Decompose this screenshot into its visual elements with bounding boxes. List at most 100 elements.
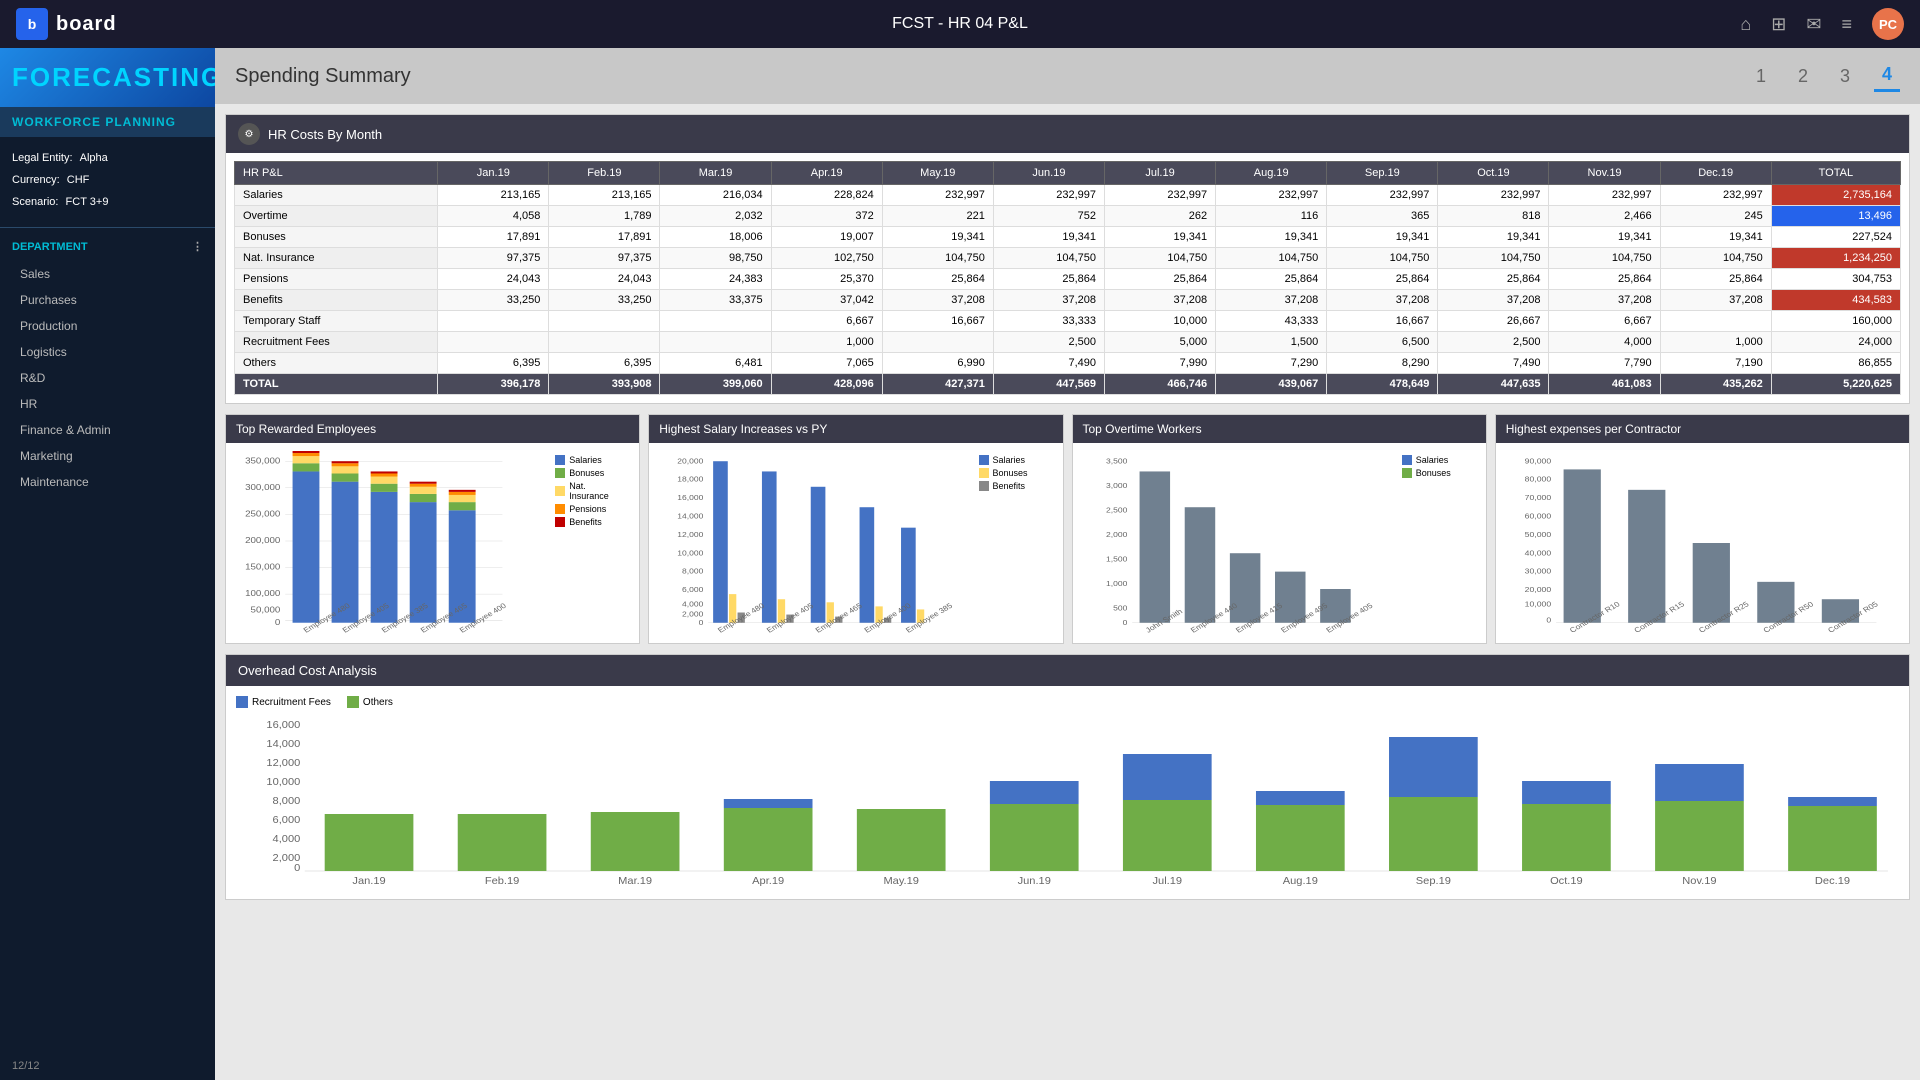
highest-salary-chart: 20,000 18,000 16,000 14,000 12,000 10,00… bbox=[657, 451, 974, 635]
cell-value: 262 bbox=[1104, 206, 1215, 227]
row-label: Others bbox=[235, 353, 438, 374]
sidebar-item-financeadmin[interactable]: Finance & Admin bbox=[0, 417, 215, 443]
cell-value: 428,096 bbox=[771, 374, 882, 395]
row-label: Overtime bbox=[235, 206, 438, 227]
cell-value: 104,750 bbox=[1438, 248, 1549, 269]
page-title: FCST - HR 04 P&L bbox=[892, 15, 1028, 33]
cell-value: 104,750 bbox=[1549, 248, 1660, 269]
col-feb-19: Feb.19 bbox=[549, 162, 660, 185]
cell-value: 104,750 bbox=[1104, 248, 1215, 269]
cell-value: 232,997 bbox=[882, 185, 993, 206]
hr-costs-table: HR P&LJan.19Feb.19Mar.19Apr.19May.19Jun.… bbox=[234, 161, 1901, 395]
highest-salary-body: 20,000 18,000 16,000 14,000 12,000 10,00… bbox=[649, 443, 1062, 643]
cell-value: 447,635 bbox=[1438, 374, 1549, 395]
svg-text:Jan.19: Jan.19 bbox=[352, 875, 385, 886]
cell-value: 304,753 bbox=[1771, 269, 1900, 290]
user-avatar[interactable]: PC bbox=[1872, 8, 1904, 40]
legend-pensions: Pensions bbox=[555, 504, 627, 514]
overhead-others-legend: Others bbox=[347, 696, 393, 708]
cell-value: 216,034 bbox=[660, 185, 771, 206]
cell-value: 8,290 bbox=[1327, 353, 1438, 374]
sidebar-item-sales[interactable]: Sales bbox=[0, 261, 215, 287]
department-options-icon[interactable]: ⋮ bbox=[192, 240, 203, 253]
cell-value: 25,864 bbox=[882, 269, 993, 290]
highest-expenses-panel: Highest expenses per Contractor 90,000 8… bbox=[1495, 414, 1910, 644]
cell-value bbox=[660, 311, 771, 332]
cell-value: 25,864 bbox=[1438, 269, 1549, 290]
cell-value: 19,341 bbox=[1327, 227, 1438, 248]
home-icon[interactable]: ⌂ bbox=[1740, 14, 1751, 35]
grid-icon[interactable]: ⊞ bbox=[1771, 14, 1786, 35]
cell-value: 213,165 bbox=[549, 185, 660, 206]
page-tab-3[interactable]: 3 bbox=[1832, 62, 1858, 91]
cell-value: 232,997 bbox=[1660, 185, 1771, 206]
legend-sal: Salaries bbox=[979, 455, 1051, 465]
cell-value: 25,864 bbox=[1660, 269, 1771, 290]
nat-insurance-label: Nat. Insurance bbox=[569, 481, 627, 501]
svg-text:3,500: 3,500 bbox=[1106, 457, 1128, 465]
svg-text:0: 0 bbox=[294, 862, 300, 873]
table-row: Salaries213,165213,165216,034228,824232,… bbox=[235, 185, 1901, 206]
main-content: Spending Summary 1234 ⚙ HR Costs By Mont… bbox=[215, 48, 1920, 1080]
sidebar-item-purchases[interactable]: Purchases bbox=[0, 287, 215, 313]
row-label: Nat. Insurance bbox=[235, 248, 438, 269]
sidebar-item-production[interactable]: Production bbox=[0, 313, 215, 339]
department-list: SalesPurchasesProductionLogisticsR&DHRFi… bbox=[0, 261, 215, 1052]
divider bbox=[0, 227, 215, 228]
cell-value: 37,042 bbox=[771, 290, 882, 311]
comment-icon[interactable]: ✉ bbox=[1806, 14, 1821, 35]
col-may-19: May.19 bbox=[882, 162, 993, 185]
cell-value: 752 bbox=[993, 206, 1104, 227]
page-tab-2[interactable]: 2 bbox=[1790, 62, 1816, 91]
cell-value bbox=[438, 311, 549, 332]
menu-icon[interactable]: ≡ bbox=[1841, 14, 1852, 35]
pensions-label: Pensions bbox=[569, 504, 606, 514]
cell-value: 7,490 bbox=[1438, 353, 1549, 374]
cell-value: 10,000 bbox=[1104, 311, 1215, 332]
svg-text:50,000: 50,000 bbox=[251, 605, 281, 614]
cell-value: 245 bbox=[1660, 206, 1771, 227]
svg-text:30,000: 30,000 bbox=[1524, 567, 1551, 575]
sidebar-item-marketing[interactable]: Marketing bbox=[0, 443, 215, 469]
col-mar-19: Mar.19 bbox=[660, 162, 771, 185]
sidebar-item-hr[interactable]: HR bbox=[0, 391, 215, 417]
sidebar-item-logistics[interactable]: Logistics bbox=[0, 339, 215, 365]
row-label: Pensions bbox=[235, 269, 438, 290]
cell-value: 7,990 bbox=[1104, 353, 1215, 374]
cell-value: 16,667 bbox=[882, 311, 993, 332]
svg-text:80,000: 80,000 bbox=[1524, 475, 1551, 483]
cell-value: 16,667 bbox=[1327, 311, 1438, 332]
overhead-chart: 16,000 14,000 12,000 10,000 8,000 6,000 … bbox=[236, 716, 1899, 886]
col-dec-19: Dec.19 bbox=[1660, 162, 1771, 185]
cell-value: 439,067 bbox=[1216, 374, 1327, 395]
top-rewarded-chart: 350,000 300,000 250,000 200,000 150,000 … bbox=[234, 451, 551, 635]
app-header: b board FCST - HR 04 P&L ⌂ ⊞ ✉ ≡ PC bbox=[0, 0, 1920, 48]
svg-text:4,000: 4,000 bbox=[682, 600, 704, 608]
cell-value: 4,000 bbox=[1549, 332, 1660, 353]
legend-bon: Bonuses bbox=[979, 468, 1051, 478]
sidebar-item-maintenance[interactable]: Maintenance bbox=[0, 469, 215, 495]
highest-expenses-title: Highest expenses per Contractor bbox=[1496, 415, 1909, 443]
svg-text:4,000: 4,000 bbox=[273, 833, 301, 844]
top-overtime-chart: 3,500 3,000 2,500 2,000 1,500 1,000 500 … bbox=[1081, 451, 1398, 635]
svg-text:16,000: 16,000 bbox=[678, 494, 705, 502]
panel-icon: ⚙ bbox=[238, 123, 260, 145]
cell-value: 221 bbox=[882, 206, 993, 227]
header-icons: ⌂ ⊞ ✉ ≡ PC bbox=[1740, 8, 1904, 40]
forecasting-label: FORECASTING bbox=[12, 62, 203, 93]
legend-ot-sal: Salaries bbox=[1402, 455, 1474, 465]
cell-value: 6,395 bbox=[549, 353, 660, 374]
page-tab-1[interactable]: 1 bbox=[1748, 62, 1774, 91]
department-header: Department ⋮ bbox=[0, 232, 215, 261]
table-row: TOTAL396,178393,908399,060428,096427,371… bbox=[235, 374, 1901, 395]
overhead-panel: Overhead Cost Analysis Recruitment Fees … bbox=[225, 654, 1910, 900]
page-tab-4[interactable]: 4 bbox=[1874, 60, 1900, 92]
svg-text:Aug.19: Aug.19 bbox=[1283, 875, 1318, 886]
cell-value: 365 bbox=[1327, 206, 1438, 227]
svg-text:16,000: 16,000 bbox=[266, 719, 300, 730]
svg-text:0: 0 bbox=[275, 618, 280, 627]
sidebar-item-rd[interactable]: R&D bbox=[0, 365, 215, 391]
cell-value bbox=[438, 332, 549, 353]
cell-value: 17,891 bbox=[438, 227, 549, 248]
hr-costs-header: ⚙ HR Costs By Month bbox=[226, 115, 1909, 153]
